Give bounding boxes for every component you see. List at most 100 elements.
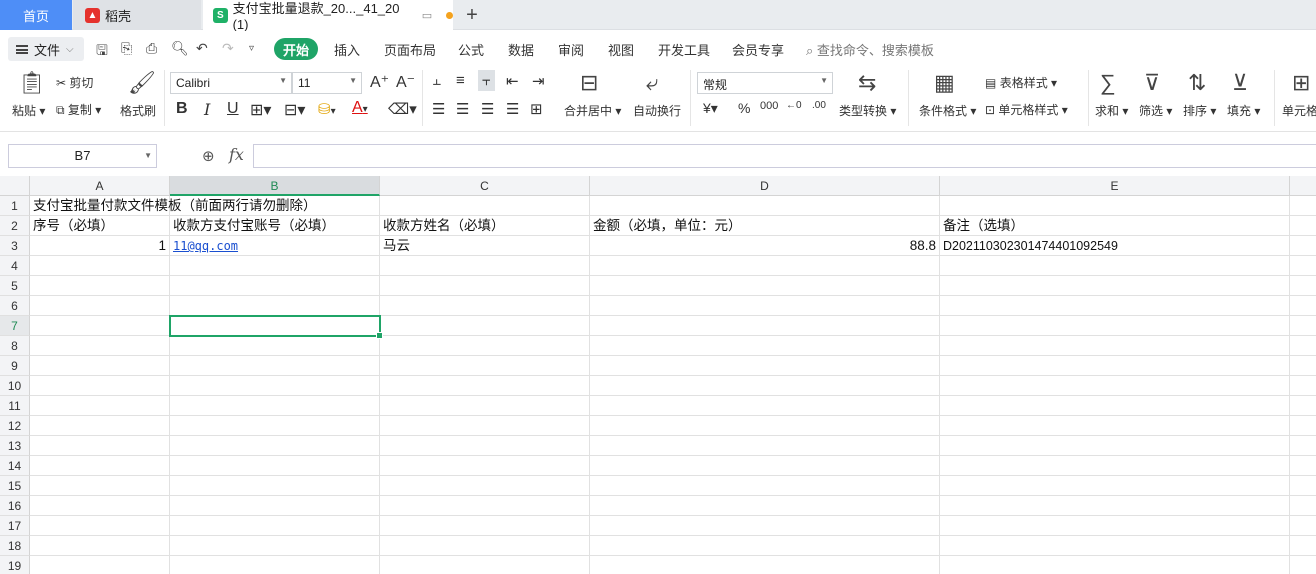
filter-button[interactable]: 筛选 ▾	[1139, 102, 1172, 119]
tab-home[interactable]: 首页	[0, 0, 72, 30]
align-bottom-icon[interactable]: ⫟	[478, 70, 496, 91]
row-header-2[interactable]: 2	[0, 216, 30, 236]
column-header-c[interactable]: C	[380, 176, 590, 196]
cell-a2[interactable]: 序号（必填）	[30, 216, 169, 236]
customize-toolbar-icon[interactable]: ▿	[249, 43, 254, 54]
cell-d3[interactable]: 88.8	[590, 236, 939, 256]
spreadsheet-grid[interactable]: A B C D E 1 2 3 4 5 6 7 8 9 10 11 12 13 14 15 16 17 18 19 …	[0, 176, 1316, 574]
filter-icon[interactable]: ⊽	[1144, 70, 1160, 96]
number-format-select[interactable]: 常规 ▼	[697, 72, 833, 94]
row-header-15[interactable]: 15	[0, 476, 30, 496]
fill-color-icon[interactable]: ⛁▾	[318, 100, 336, 118]
tab-insert[interactable]: 插入	[334, 40, 360, 59]
row-header-3[interactable]: 3	[0, 236, 30, 256]
increase-font-icon[interactable]: A⁺	[370, 72, 389, 92]
column-header-e[interactable]: E	[940, 176, 1290, 196]
print-icon[interactable]: ⎙	[146, 40, 157, 57]
italic-icon[interactable]: I	[204, 100, 210, 119]
row-header-18[interactable]: 18	[0, 536, 30, 556]
sort-button[interactable]: 排序 ▾	[1183, 102, 1216, 119]
monitor-icon[interactable]: ▭	[422, 9, 432, 22]
email-link[interactable]: 11@qq.com	[173, 239, 238, 253]
function-icon[interactable]: fx	[229, 145, 244, 164]
distributed-icon[interactable]: ⊞	[530, 100, 543, 118]
row-header-8[interactable]: 8	[0, 336, 30, 356]
sort-icon[interactable]: ⇅	[1188, 70, 1206, 96]
clear-format-icon[interactable]: ⌫▾	[388, 100, 417, 118]
wrap-text-button[interactable]: 自动换行	[633, 102, 681, 119]
cell-c2[interactable]: 收款方姓名（必填）	[380, 216, 589, 236]
decrease-font-icon[interactable]: A⁻	[396, 72, 415, 92]
increase-indent-icon[interactable]: ⇥	[532, 72, 545, 90]
cut-button[interactable]: ✂ 剪切	[56, 74, 93, 91]
font-size-select[interactable]: 11 ▼	[292, 72, 362, 94]
cell-b3[interactable]: 11@qq.com	[170, 236, 379, 256]
tab-review[interactable]: 审阅	[558, 40, 584, 59]
row-header-12[interactable]: 12	[0, 416, 30, 436]
align-right-icon[interactable]: ☰	[481, 100, 494, 118]
cell-c3[interactable]: 马云	[380, 236, 589, 256]
cell-button[interactable]: 单元格	[1282, 102, 1316, 119]
tab-daoke[interactable]: ▲ 稻壳	[73, 0, 201, 30]
cell-d2[interactable]: 金额（必填，单位：元）	[590, 216, 939, 236]
copy-button[interactable]: ⧉ 复制 ▾	[56, 101, 101, 118]
cell-icon[interactable]: ⊞	[1292, 70, 1310, 96]
merge-center-icon[interactable]: ⊟	[580, 70, 598, 96]
command-search[interactable]: ⌕ 查找命令、搜索模板	[806, 40, 934, 59]
sum-icon[interactable]: ∑	[1100, 70, 1116, 96]
currency-icon[interactable]: ¥▾	[703, 100, 718, 117]
row-header-16[interactable]: 16	[0, 496, 30, 516]
row-header-7[interactable]: 7	[0, 316, 30, 336]
row-header-6[interactable]: 6	[0, 296, 30, 316]
bold-icon[interactable]: B	[176, 100, 188, 118]
cell-a3[interactable]: 1	[30, 236, 169, 256]
row-header-10[interactable]: 10	[0, 376, 30, 396]
print-preview-icon[interactable]: 🔍︎	[171, 40, 189, 57]
tab-start[interactable]: 开始	[274, 38, 318, 60]
increase-decimal-icon[interactable]: ←0	[786, 100, 802, 111]
sum-button[interactable]: 求和 ▾	[1095, 102, 1128, 119]
formula-input[interactable]	[253, 144, 1316, 168]
font-family-select[interactable]: Calibri ▼	[170, 72, 292, 94]
column-header-b[interactable]: B	[170, 176, 380, 196]
column-header-d[interactable]: D	[590, 176, 940, 196]
row-header-13[interactable]: 13	[0, 436, 30, 456]
align-middle-icon[interactable]: ≡	[456, 72, 465, 89]
merge-center-button[interactable]: 合并居中 ▾	[564, 102, 621, 119]
row-header-11[interactable]: 11	[0, 396, 30, 416]
row-header-14[interactable]: 14	[0, 456, 30, 476]
paste-icon[interactable]: 📋︎	[18, 70, 46, 96]
fill-button[interactable]: 填充 ▾	[1227, 102, 1260, 119]
tab-document[interactable]: S 支付宝批量退款_20..._41_20 (1) ▭	[203, 0, 453, 32]
format-painter-icon[interactable]: 🖌︎	[128, 70, 156, 96]
row-header-4[interactable]: 4	[0, 256, 30, 276]
fill-icon[interactable]: ⊻	[1232, 70, 1248, 96]
row-header-17[interactable]: 17	[0, 516, 30, 536]
thousands-icon[interactable]: 000	[760, 100, 778, 112]
decrease-decimal-icon[interactable]: .00	[812, 100, 826, 111]
zoom-icon[interactable]: ⊕	[202, 147, 215, 165]
cell-b2[interactable]: 收款方支付宝账号（必填）	[170, 216, 379, 236]
name-box[interactable]: B7 ▼	[8, 144, 157, 168]
tab-developer[interactable]: 开发工具	[658, 40, 710, 59]
redo-icon[interactable]: ↷	[222, 40, 234, 57]
justify-icon[interactable]: ☰	[506, 100, 519, 118]
type-convert-icon[interactable]: ⇆	[858, 70, 876, 96]
underline-icon[interactable]: U	[227, 100, 239, 118]
decrease-indent-icon[interactable]: ⇤	[506, 72, 519, 90]
file-menu-button[interactable]: 文件 ⌵	[8, 37, 84, 61]
cell-a1[interactable]: 支付宝批量付款文件模板（前面两行请勿删除）	[30, 196, 590, 216]
borders-icon[interactable]: ⊞▾	[250, 100, 271, 120]
row-header-1[interactable]: 1	[0, 196, 30, 216]
save-icon[interactable]: 🖫	[96, 40, 108, 64]
tab-member[interactable]: 会员专享	[732, 40, 784, 59]
align-left-icon[interactable]: ☰	[432, 100, 445, 118]
wrap-text-icon[interactable]: ⤶	[646, 70, 658, 96]
conditional-format-button[interactable]: 条件格式 ▾	[919, 102, 976, 119]
paste-button[interactable]: 粘贴 ▾	[12, 102, 45, 119]
selected-cell-b7[interactable]	[169, 315, 383, 339]
tab-formulas[interactable]: 公式	[458, 40, 484, 59]
column-header-a[interactable]: A	[30, 176, 170, 196]
cell-e3[interactable]: D20211030230147440109254​9	[940, 236, 1289, 256]
cell-style-button[interactable]: ⊡ 单元格样式 ▾	[985, 101, 1068, 118]
